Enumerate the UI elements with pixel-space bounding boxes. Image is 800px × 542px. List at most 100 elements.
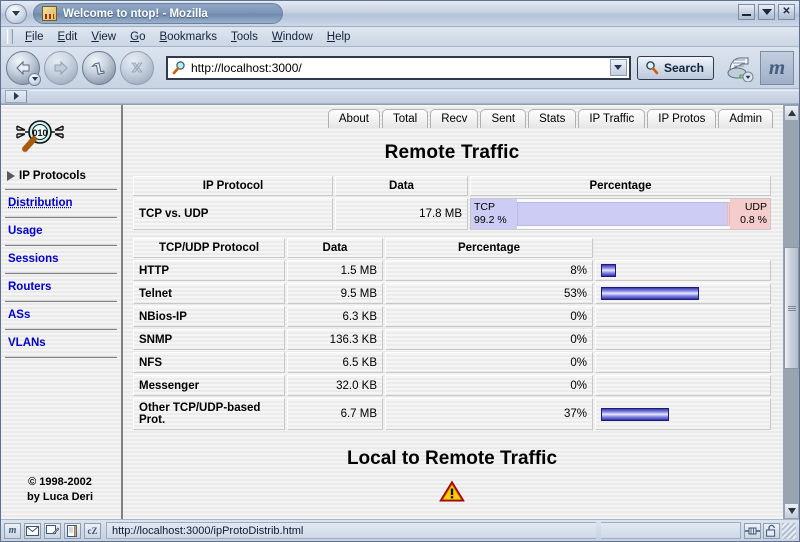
sidebar-item-sessions[interactable]: Sessions (1, 246, 121, 272)
restore-icon (761, 9, 772, 15)
page-search-icon (172, 60, 187, 75)
protocol-bar (601, 264, 616, 277)
scroll-up-button[interactable] (784, 105, 799, 121)
back-button[interactable] (6, 50, 41, 86)
sidebar-item-usage[interactable]: Usage (1, 218, 121, 244)
menu-window[interactable]: Window (265, 30, 320, 44)
composer-icon[interactable] (44, 522, 61, 539)
browser-icon[interactable]: m (4, 522, 21, 539)
window-menu-button[interactable] (5, 3, 27, 24)
browser-window: Welcome to ntop! - Mozilla ✕ FFileile Ed… (0, 0, 800, 542)
copyright-line-1: © 1998-2002 (28, 476, 92, 488)
resize-grip[interactable] (782, 522, 796, 539)
forward-button[interactable] (44, 50, 78, 85)
stop-button[interactable] (120, 50, 154, 85)
mail-icon[interactable] (24, 522, 41, 539)
mozilla-logo-label: m (768, 55, 786, 79)
minimize-button[interactable] (738, 4, 755, 20)
tab-recv[interactable]: Recv (430, 109, 479, 128)
url-dropdown-button[interactable] (609, 59, 627, 76)
tcp-percent-label: 99.2 % (474, 214, 507, 226)
protocol-name: Other TCP/UDP-based Prot. (133, 398, 285, 430)
restore-button[interactable] (758, 4, 775, 20)
tcp-udp-rows: HTTP 1.5 MB 8% Telnet 9.5 MB 53% NBios-IP 6.3 K… (133, 260, 771, 430)
reload-button[interactable] (82, 50, 116, 85)
navigation-toolbar: http://localhost:3000/ Search m (1, 47, 799, 89)
menu-go[interactable]: Go (123, 30, 152, 44)
ntop-sidebar: 010 IP Protocols Distribution Usage Sess… (1, 105, 123, 519)
table-row: TCP vs. UDP 17.8 MB TCP 99.2 % UDP 0.8 % (133, 198, 771, 230)
url-text: http://localhost:3000/ (191, 60, 302, 75)
back-arrow-icon (16, 60, 30, 75)
sidebar-item-vlans[interactable]: VLANs (1, 330, 121, 356)
tab-sent[interactable]: Sent (480, 109, 527, 128)
scrollbar-track[interactable] (784, 121, 799, 503)
ntop-logo: 010 (1, 113, 121, 166)
sidebar-divider (5, 356, 117, 358)
menu-view[interactable]: View (84, 30, 123, 44)
menu-help[interactable]: Help (320, 30, 358, 44)
menu-tools[interactable]: Tools (224, 30, 265, 44)
col-tcpudp-protocol: TCP/UDP Protocol (133, 238, 285, 258)
ntop-content: About Total Recv Sent Stats IP Traffic I… (123, 105, 783, 519)
status-message: http://localhost:3000/ipProtoDistrib.htm… (106, 522, 596, 539)
udp-legend: UDP 0.8 % (730, 199, 770, 229)
search-button[interactable]: Search (636, 55, 714, 80)
personal-toolbar-empty (30, 89, 799, 103)
warning-triangle-icon (439, 480, 465, 502)
page-viewport: 010 IP Protocols Distribution Usage Sess… (1, 104, 799, 519)
sidebar-item-routers[interactable]: Routers (1, 274, 121, 300)
protocol-data: 6.7 MB (287, 398, 383, 430)
scrollbar-thumb[interactable] (784, 247, 799, 370)
ntop-page: 010 IP Protocols Distribution Usage Sess… (1, 105, 783, 519)
menu-bookmarks[interactable]: Bookmarks (152, 30, 224, 44)
col-percentage: Percentage (385, 238, 593, 258)
back-history-dropdown[interactable] (28, 72, 41, 86)
sidebar-item-label: Usage (8, 225, 43, 237)
network-connection-icon[interactable] (744, 522, 761, 539)
mozilla-throbber[interactable]: m (760, 50, 794, 85)
url-bar[interactable]: http://localhost:3000/ (166, 55, 631, 80)
col-data: Data (287, 238, 383, 258)
personal-toolbar (1, 89, 799, 104)
protocol-percent: 0% (385, 306, 593, 327)
print-button[interactable] (722, 51, 756, 85)
tab-ip-traffic[interactable]: IP Traffic (578, 109, 646, 128)
tab-admin[interactable]: Admin (718, 109, 773, 128)
protocol-name: NFS (133, 352, 285, 373)
personal-toolbar-handle[interactable] (5, 89, 27, 103)
protocol-data: 136.3 KB (287, 329, 383, 350)
protocol-data: 32.0 KB (287, 375, 383, 396)
tab-ip-protos[interactable]: IP Protos (647, 109, 717, 128)
protocol-bar (601, 287, 699, 300)
sidebar-item-distribution[interactable]: Distribution (1, 190, 121, 216)
window-title-pill: Welcome to ntop! - Mozilla (33, 3, 283, 24)
tab-label: IP Protos (658, 113, 706, 125)
vertical-scrollbar[interactable] (783, 105, 799, 519)
tab-label: IP Traffic (589, 113, 635, 125)
browser-icon-label: m (8, 525, 17, 536)
tcp-udp-bar-track (517, 199, 730, 229)
sidebar-item-label: Distribution (8, 197, 73, 209)
scroll-down-button[interactable] (784, 503, 799, 519)
addressbook-icon[interactable] (64, 522, 81, 539)
copyright-line-2: by Luca Deri (26, 491, 94, 503)
close-button[interactable]: ✕ (778, 4, 795, 20)
protocol-bar-cell (595, 306, 771, 327)
close-icon: ✕ (782, 6, 791, 17)
unlocked-padlock-icon[interactable] (763, 522, 780, 539)
tab-label: Recv (441, 113, 468, 125)
search-button-label: Search (663, 60, 704, 75)
protocol-bar-cell (595, 398, 771, 430)
menubar-grip[interactable] (7, 29, 13, 44)
tab-total[interactable]: Total (381, 109, 429, 128)
tcp-bar-fill (517, 202, 729, 226)
table-header-row: TCP/UDP Protocol Data Percentage (133, 238, 771, 258)
menu-edit[interactable]: Edit (51, 30, 85, 44)
chatzilla-icon[interactable]: cZ (84, 522, 101, 539)
menu-file[interactable]: FFileile (18, 30, 51, 44)
tab-about[interactable]: About (327, 109, 380, 128)
protocol-name: Messenger (133, 375, 285, 396)
sidebar-item-ass[interactable]: ASs (1, 302, 121, 328)
tab-stats[interactable]: Stats (528, 109, 577, 128)
